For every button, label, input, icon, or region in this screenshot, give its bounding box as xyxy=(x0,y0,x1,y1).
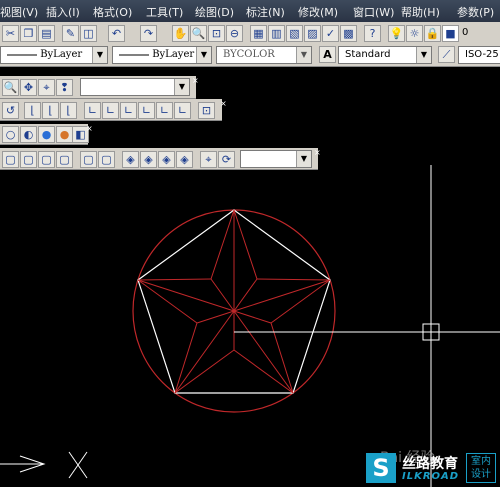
ucs-manager-icon[interactable]: ⊡ xyxy=(198,102,215,119)
textstyle-value: Standard xyxy=(345,49,391,60)
chevron-down-icon: ▼ xyxy=(196,47,211,63)
walk-icon[interactable]: ❢ xyxy=(56,79,73,96)
interior-design-tag: 室内 设计 xyxy=(466,453,496,483)
menu-window[interactable]: 窗口(W) xyxy=(353,4,394,20)
zoom-previous-icon[interactable]: ⊖ xyxy=(226,25,243,42)
chevron-down-icon: ▼ xyxy=(174,79,189,95)
menu-draw[interactable]: 绘图(D) xyxy=(195,4,234,20)
dim-style-icon[interactable]: ⟋ xyxy=(438,46,455,63)
ucs-zaxis-icon[interactable]: ⌊ xyxy=(60,102,77,119)
ucs-face-icon[interactable]: ∟ xyxy=(120,102,137,119)
dimstyle-value: ISO-25 xyxy=(465,49,499,60)
block-editor-icon[interactable]: ◫ xyxy=(80,25,97,42)
chevron-down-icon: ▼ xyxy=(92,47,107,63)
standard-toolbar: ✂ ❐ ▤ ✎ ◫ ↶ ↷ ✋ 🔍 ⊡ ⊖ ▦ ▥ ▧ ▨ ✓ ▩ ? 💡 ☼ … xyxy=(0,22,500,45)
paste-icon[interactable]: ▤ xyxy=(38,25,55,42)
ucs-toolbar: ↺ ⌊ ⌊ ⌊ ∟ ∟ ∟ ∟ ∟ ∟ ⊡ xyxy=(0,99,222,121)
brand-name-cn: 丝路教育 xyxy=(402,456,458,472)
plotstyle-dropdown[interactable]: BYCOLOR ▼ xyxy=(216,46,312,64)
markup-icon[interactable]: ✓ xyxy=(322,25,339,42)
zoom-realtime-icon[interactable]: 🔍 xyxy=(190,25,207,42)
properties-icon[interactable]: ▦ xyxy=(250,25,267,42)
redo-icon[interactable]: ↷ xyxy=(140,25,157,42)
crosshair-cursor xyxy=(234,165,500,487)
ucs-3point-icon[interactable]: ∟ xyxy=(84,102,101,119)
layer-on-icon[interactable]: 💡 xyxy=(388,25,405,42)
camera-icon[interactable]: ⌖ xyxy=(38,79,55,96)
help-icon[interactable]: ? xyxy=(364,25,381,42)
close-icon[interactable]: × xyxy=(192,77,199,85)
realistic-icon[interactable]: ● xyxy=(38,126,55,143)
copy-icon[interactable]: ❐ xyxy=(20,25,37,42)
close-icon[interactable]: × xyxy=(86,125,93,133)
menu-tools[interactable]: 工具(T) xyxy=(146,4,183,20)
silkroad-logo-icon: S xyxy=(366,453,396,483)
ucs-icon xyxy=(0,451,88,479)
ucs-x-icon[interactable]: ∟ xyxy=(156,102,173,119)
menu-view[interactable]: 视图(V) xyxy=(0,4,38,20)
chevron-down-icon: ▼ xyxy=(416,47,431,63)
layer-value: ByLayer xyxy=(40,49,83,60)
layer-color-icon[interactable]: ■ xyxy=(442,25,459,42)
dimstyle-dropdown[interactable]: ISO-25 xyxy=(458,46,500,64)
view-dropdown[interactable]: ▼ xyxy=(80,78,190,96)
ucs-previous-icon[interactable]: ↺ xyxy=(2,102,19,119)
layer-dropdown[interactable]: ByLayer ▼ xyxy=(0,46,108,64)
ucs-view-icon[interactable]: ∟ xyxy=(138,102,155,119)
menu-help[interactable]: 帮助(H) xyxy=(401,4,440,20)
menu-format[interactable]: 格式(O) xyxy=(93,4,132,20)
menu-modify[interactable]: 修改(M) xyxy=(298,4,338,20)
lineweight-line-icon xyxy=(7,54,37,55)
chevron-down-icon: ▼ xyxy=(296,47,311,63)
ucs-y-icon[interactable]: ∟ xyxy=(174,102,191,119)
silkroad-watermark: S 丝路教育 ILKROAD 室内 设计 xyxy=(362,450,500,487)
menu-parametric[interactable]: 参数(P) xyxy=(457,4,494,20)
plotstyle-value: BYCOLOR xyxy=(223,49,275,60)
orbit-icon[interactable]: ✥ xyxy=(20,79,37,96)
tag-line-1: 室内 xyxy=(471,456,491,467)
drawing-canvas[interactable] xyxy=(0,165,500,487)
menu-bar: 视图(V) 插入(I) 格式(O) 工具(T) 绘图(D) 标注(N) 修改(M… xyxy=(0,0,500,22)
textstyle-dropdown[interactable]: Standard ▼ xyxy=(338,46,432,64)
layer-freeze-icon[interactable]: ☼ xyxy=(406,25,423,42)
menu-insert[interactable]: 插入(I) xyxy=(46,4,80,20)
text-style-icon[interactable]: A xyxy=(319,46,336,63)
visual-styles-toolbar: ○ ◐ ● ● ◧ xyxy=(0,124,89,145)
view-toolbar: 🔍 ✥ ⌖ ❢ ▼ xyxy=(0,76,196,99)
undo-icon[interactable]: ↶ xyxy=(108,25,125,42)
pan-icon[interactable]: ✋ xyxy=(172,25,189,42)
linetype-value: ByLayer xyxy=(152,49,195,60)
properties-toolbar: ByLayer ▼ ByLayer ▼ BYCOLOR ▼ A Standard… xyxy=(0,44,500,67)
zoom-icon[interactable]: 🔍 xyxy=(2,79,19,96)
ucs-object-icon[interactable]: ∟ xyxy=(102,102,119,119)
tag-line-2: 设计 xyxy=(471,469,491,480)
2d-wireframe-icon[interactable]: ○ xyxy=(2,126,19,143)
cut-icon[interactable]: ✂ xyxy=(2,25,19,42)
tool-palettes-icon[interactable]: ▧ xyxy=(286,25,303,42)
quickcalc-icon[interactable]: ▩ xyxy=(340,25,357,42)
layer-number: 0 xyxy=(462,27,469,38)
close-icon[interactable]: × xyxy=(314,149,321,157)
close-icon[interactable]: × xyxy=(220,100,227,108)
design-center-icon[interactable]: ▥ xyxy=(268,25,285,42)
menu-dimension[interactable]: 标注(N) xyxy=(246,4,285,20)
linetype-line-icon xyxy=(119,54,149,55)
conceptual-icon[interactable]: ● xyxy=(56,126,73,143)
layer-lock-icon[interactable]: 🔒 xyxy=(424,25,441,42)
match-properties-icon[interactable]: ✎ xyxy=(62,25,79,42)
linetype-dropdown[interactable]: ByLayer ▼ xyxy=(112,46,212,64)
ucs-world-icon[interactable]: ⌊ xyxy=(24,102,41,119)
brand-name-en: ILKROAD xyxy=(402,471,460,482)
zoom-window-icon[interactable]: ⊡ xyxy=(208,25,225,42)
five-point-star xyxy=(137,209,331,394)
sheet-set-icon[interactable]: ▨ xyxy=(304,25,321,42)
ucs-origin-icon[interactable]: ⌊ xyxy=(42,102,59,119)
3d-hidden-icon[interactable]: ◐ xyxy=(20,126,37,143)
